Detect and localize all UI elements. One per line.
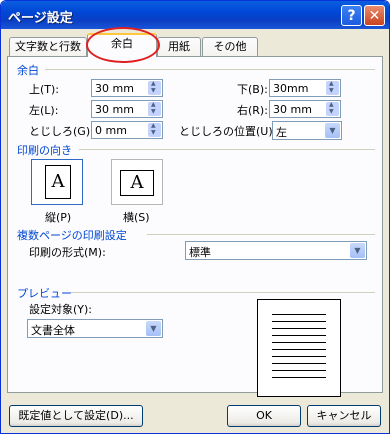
apply-to-label: 設定対象(Y): [29,303,93,316]
portrait-option[interactable]: A [31,159,83,205]
highlight-circle [86,27,160,63]
spinner-arrows-icon[interactable]: ▲ ▼ [148,80,161,95]
multiple-pages-group-label: 複数ページの印刷設定 [17,229,127,242]
ok-button[interactable]: OK [227,405,301,427]
gutter-spinner[interactable]: 0 mm ▲ ▼ [91,121,163,139]
cancel-button[interactable]: キャンセル [307,405,381,427]
tab-character-lines[interactable]: 文字数と行数 [9,37,87,57]
chevron-down-icon[interactable]: ▼ [146,321,161,336]
top-margin-value: 30 mm [95,82,134,95]
page-setup-dialog: ページ設定 ? ✕ 文字数と行数 余白 用紙 その他 余白 上(T): 30 m… [0,0,390,434]
gutter-position-value: 左 [276,126,287,139]
bottom-margin-spinner[interactable]: 30mm ▲ ▼ [269,79,341,97]
spinner-arrows-icon[interactable]: ▲ ▼ [148,101,161,116]
gutter-value: 0 mm [95,124,127,137]
tab-other[interactable]: その他 [202,37,258,57]
orientation-group-label: 印刷の向き [17,144,72,157]
apply-to-select[interactable]: 文書全体 ▼ [27,319,163,338]
margins-divider [45,69,375,70]
top-margin-label: 上(T): [29,83,60,96]
apply-to-value: 文書全体 [31,324,75,337]
title-bar[interactable]: ページ設定 ? ✕ [1,1,389,29]
print-format-label: 印刷の形式(M): [29,246,106,259]
tab-paper[interactable]: 用紙 [157,37,201,57]
left-margin-label: 左(L): [29,104,59,117]
bottom-margin-label: 下(B): [237,83,268,96]
chevron-down-icon[interactable]: ▼ [325,123,340,138]
multiple-pages-divider [147,234,375,235]
preview-divider [71,292,375,293]
portrait-page-icon: A [45,165,71,199]
set-as-default-button[interactable]: 既定値として設定(D)... [9,405,143,427]
left-margin-spinner[interactable]: 30 mm ▲ ▼ [91,100,163,118]
gutter-label: とじしろ(G): [29,125,94,138]
print-format-value: 標準 [189,246,211,259]
gutter-position-label: とじしろの位置(U): [179,125,277,138]
bottom-margin-value: 30mm [273,82,309,95]
orientation-divider [79,149,375,150]
right-margin-label: 右(R): [237,104,268,117]
right-margin-value: 30 mm [273,103,312,116]
print-format-select[interactable]: 標準 ▼ [185,241,367,260]
margins-group-label: 余白 [17,64,39,77]
window-title: ページ設定 [8,11,73,26]
spinner-arrows-icon[interactable]: ▲ ▼ [148,122,161,137]
chevron-down-icon[interactable]: ▼ [350,243,365,258]
portrait-label[interactable]: 縦(P) [45,209,71,225]
landscape-option[interactable]: A [111,159,163,205]
help-button[interactable]: ? [341,5,362,26]
gutter-position-select[interactable]: 左 ▼ [272,121,342,140]
close-button[interactable]: ✕ [364,5,385,26]
right-margin-spinner[interactable]: 30 mm ▲ ▼ [269,100,341,118]
preview-group-label: プレビュー [17,287,72,300]
top-margin-spinner[interactable]: 30 mm ▲ ▼ [91,79,163,97]
landscape-page-icon: A [120,170,154,196]
page-preview-image [257,299,341,397]
spinner-arrows-icon[interactable]: ▲ ▼ [326,101,339,116]
landscape-label[interactable]: 横(S) [123,209,150,225]
spinner-arrows-icon[interactable]: ▲ ▼ [326,80,339,95]
left-margin-value: 30 mm [95,103,134,116]
